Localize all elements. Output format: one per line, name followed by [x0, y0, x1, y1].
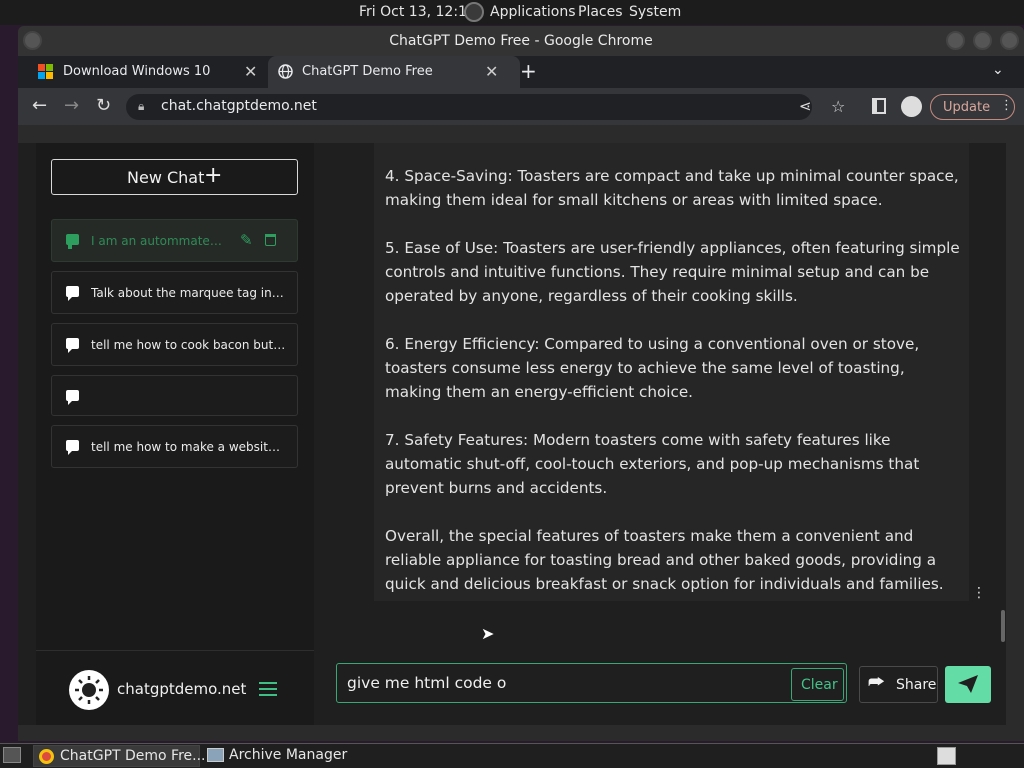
- tray-chrome-icon[interactable]: [937, 747, 956, 765]
- chrome-icon: [39, 749, 54, 764]
- message-paragraph: 5. Ease of Use: Toasters are user-friend…: [385, 239, 960, 305]
- clock[interactable]: Fri Oct 13, 12:13: [359, 4, 476, 20]
- window-titlebar[interactable]: ChatGPT Demo Free - Google Chrome: [18, 26, 1024, 56]
- brand-name: chatgptdemo.net: [117, 680, 247, 698]
- chat-title: I am an autommated script: [91, 234, 228, 248]
- new-tab-icon[interactable]: +: [520, 59, 537, 83]
- share-button[interactable]: ⮫ Share: [859, 666, 938, 703]
- message-paragraph: 7. Safety Features: Modern toasters come…: [385, 431, 920, 497]
- lock-icon[interactable]: 🔒︎: [138, 99, 144, 114]
- edit-icon[interactable]: ✎: [240, 231, 253, 249]
- address-bar[interactable]: 🔒︎ chat.chatgptdemo.net: [126, 94, 812, 120]
- plus-icon: +: [204, 163, 223, 188]
- menu-places[interactable]: Places: [578, 4, 623, 20]
- forward-icon[interactable]: →: [64, 95, 79, 116]
- chat-title: tell me how to make a website but like a…: [91, 440, 286, 454]
- side-panel-icon[interactable]: [872, 98, 886, 114]
- url-text: chat.chatgptdemo.net: [161, 98, 317, 114]
- chat-item[interactable]: Talk about the marquee tag in great deta…: [51, 271, 298, 314]
- system-top-panel: Fri Oct 13, 12:13 Applications Places Sy…: [0, 0, 1024, 25]
- update-button[interactable]: Update ⋮: [930, 94, 1015, 120]
- taskbar-item-archive-manager[interactable]: Archive Manager: [203, 745, 403, 767]
- share-arrow-icon: ⮫: [868, 672, 885, 693]
- taskbar-item-chrome[interactable]: ChatGPT Demo Fre...: [33, 745, 206, 767]
- update-label: Update: [943, 100, 991, 115]
- close-window-button[interactable]: [1000, 31, 1019, 50]
- minimize-button[interactable]: [946, 31, 965, 50]
- window-title: ChatGPT Demo Free - Google Chrome: [389, 33, 653, 49]
- message-input-value: give me html code o: [347, 674, 507, 692]
- message-paragraph: Overall, the special features of toaster…: [385, 527, 944, 593]
- scrollbar-thumb[interactable]: [1001, 610, 1005, 642]
- chat-item[interactable]: tell me how to cook bacon but write it l…: [51, 323, 298, 366]
- chat-bubble-icon: [66, 440, 79, 455]
- taskbar: ChatGPT Demo Fre... Archive Manager: [0, 743, 1024, 768]
- chat-bubble-icon: [66, 286, 79, 301]
- mouse-cursor-icon: ➤: [481, 624, 495, 643]
- maximize-button[interactable]: [973, 31, 992, 50]
- clear-label: Clear: [801, 677, 838, 693]
- reload-icon[interactable]: ↻: [96, 95, 111, 116]
- menu-system[interactable]: System: [629, 4, 681, 20]
- send-icon: [958, 675, 978, 693]
- assistant-message: 4. Space-Saving: Toasters are compact an…: [374, 143, 969, 601]
- close-tab-icon[interactable]: ✕: [244, 62, 257, 81]
- tab-label: ChatGPT Demo Free: [302, 64, 433, 79]
- clear-button[interactable]: Clear: [791, 668, 844, 701]
- chat-item[interactable]: [51, 375, 298, 416]
- kebab-menu-icon[interactable]: ⋮: [1000, 98, 1013, 113]
- new-chat-label: New Chat: [127, 168, 205, 187]
- back-icon[interactable]: ←: [32, 95, 47, 116]
- message-input[interactable]: give me html code o: [336, 663, 847, 703]
- taskbar-label: ChatGPT Demo Fre...: [60, 748, 206, 764]
- message-options-icon[interactable]: ⋮: [972, 585, 986, 601]
- chat-bubble-icon: [66, 234, 79, 249]
- tab-chatgpt-demo[interactable]: ChatGPT Demo Free ✕: [268, 56, 520, 88]
- chat-bubble-icon: [66, 390, 79, 405]
- profile-avatar-icon[interactable]: [901, 96, 922, 117]
- logo-icon: [69, 670, 109, 710]
- chat-title: Talk about the marquee tag in great deta…: [91, 286, 286, 300]
- archive-icon: [207, 748, 224, 762]
- menu-applications[interactable]: Applications: [490, 4, 576, 20]
- trash-icon[interactable]: [265, 234, 276, 246]
- chat-title: tell me how to cook bacon but write it l…: [91, 338, 286, 352]
- close-tab-icon[interactable]: ✕: [485, 62, 498, 81]
- chat-item[interactable]: tell me how to make a website but like a…: [51, 425, 298, 468]
- message-paragraph: 4. Space-Saving: Toasters are compact an…: [385, 167, 959, 209]
- show-desktop-icon[interactable]: [3, 747, 21, 763]
- share-label: Share: [896, 677, 937, 693]
- tab-download-windows[interactable]: Download Windows 10 ✕: [18, 56, 268, 88]
- windows-logo-icon: [38, 64, 53, 79]
- bookmark-star-icon[interactable]: ☆: [831, 97, 845, 116]
- tab-label: Download Windows 10: [63, 64, 211, 79]
- sidebar-footer: chatgptdemo.net: [36, 650, 314, 725]
- chat-bubble-icon: [66, 338, 79, 353]
- globe-icon: [278, 64, 293, 79]
- hamburger-menu-icon[interactable]: [259, 682, 277, 696]
- message-paragraph: 6. Energy Efficiency: Compared to using …: [385, 335, 920, 401]
- window-menu-button[interactable]: [23, 31, 42, 50]
- taskbar-label: Archive Manager: [229, 747, 348, 763]
- distro-logo-icon[interactable]: [464, 2, 484, 22]
- tab-strip: Download Windows 10 ✕ ChatGPT Demo Free …: [18, 56, 1024, 88]
- share-page-icon[interactable]: ⋖: [799, 97, 812, 115]
- send-button[interactable]: [945, 666, 991, 703]
- toolbar: ← → ↻ 🔒︎ chat.chatgptdemo.net ⋖ ☆ Update…: [18, 88, 1024, 125]
- new-chat-button[interactable]: New Chat +: [51, 159, 298, 195]
- tab-search-chevron-icon[interactable]: ⌄: [992, 62, 1004, 78]
- chat-item[interactable]: I am an autommated script ✎: [51, 219, 298, 262]
